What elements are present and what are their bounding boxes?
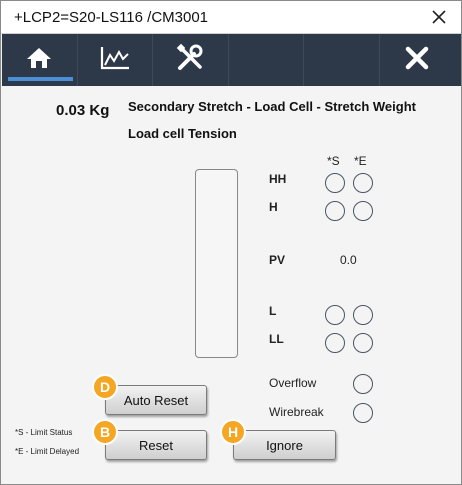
trend-chart-icon: [99, 45, 131, 76]
panel-title: Secondary Stretch - Load Cell - Stretch …: [128, 99, 416, 114]
overflow-label: Overflow: [269, 376, 317, 390]
toolbar: [2, 34, 461, 86]
pv-value: 0.0: [340, 253, 357, 267]
window-title: +LCP2=S20-LS116 /CM3001: [14, 9, 209, 26]
hh-status-indicator: [325, 173, 345, 193]
h-label: H: [269, 200, 278, 214]
reset-button[interactable]: Reset: [105, 430, 207, 460]
h-delayed-indicator: [353, 201, 373, 221]
faceplate-content: 0.03 Kg Secondary Stretch - Load Cell - …: [1, 86, 461, 484]
limit-delayed-header: *E: [354, 154, 367, 168]
home-icon: [26, 46, 52, 75]
auto-reset-button[interactable]: Auto Reset: [105, 385, 207, 415]
l-delayed-indicator: [353, 305, 373, 325]
tools-icon: [175, 43, 205, 78]
close-faceplate-tab[interactable]: [380, 34, 456, 86]
wirebreak-label: Wirebreak: [269, 405, 324, 419]
overflow-indicator: [353, 374, 373, 394]
window-close-icon[interactable]: [430, 8, 448, 26]
ll-status-indicator: [325, 333, 345, 353]
weight-value: 0.03 Kg: [56, 102, 110, 119]
limit-status-note: *S - Limit Status: [15, 428, 73, 437]
ignore-button[interactable]: Ignore: [233, 430, 336, 460]
auto-reset-shortcut-badge: D: [92, 374, 118, 400]
l-label: L: [269, 304, 277, 318]
toolbar-empty-slot-2: [304, 34, 380, 86]
hh-label: HH: [269, 172, 287, 186]
limit-delayed-note: *E - Limit Delayed: [15, 447, 80, 456]
h-status-indicator: [325, 201, 345, 221]
tools-tab[interactable]: [153, 34, 229, 86]
faceplate-window: +LCP2=S20-LS116 /CM3001 0.03 Kg Secondar…: [0, 0, 462, 485]
home-tab[interactable]: [2, 34, 78, 86]
ll-delayed-indicator: [353, 333, 373, 353]
reset-shortcut-badge: B: [92, 419, 118, 445]
toolbar-empty-slot-1: [229, 34, 304, 86]
hh-delayed-indicator: [353, 173, 373, 193]
limit-status-header: *S: [327, 154, 340, 168]
close-icon: [405, 46, 429, 75]
wirebreak-indicator: [353, 403, 373, 423]
load-bar-graph: [195, 169, 238, 358]
ll-label: LL: [269, 332, 284, 346]
trend-tab[interactable]: [78, 34, 153, 86]
panel-subtitle: Load cell Tension: [128, 126, 237, 141]
l-status-indicator: [325, 305, 345, 325]
pv-label: PV: [269, 253, 286, 267]
title-bar[interactable]: +LCP2=S20-LS116 /CM3001: [1, 1, 461, 34]
ignore-shortcut-badge: H: [220, 419, 246, 445]
